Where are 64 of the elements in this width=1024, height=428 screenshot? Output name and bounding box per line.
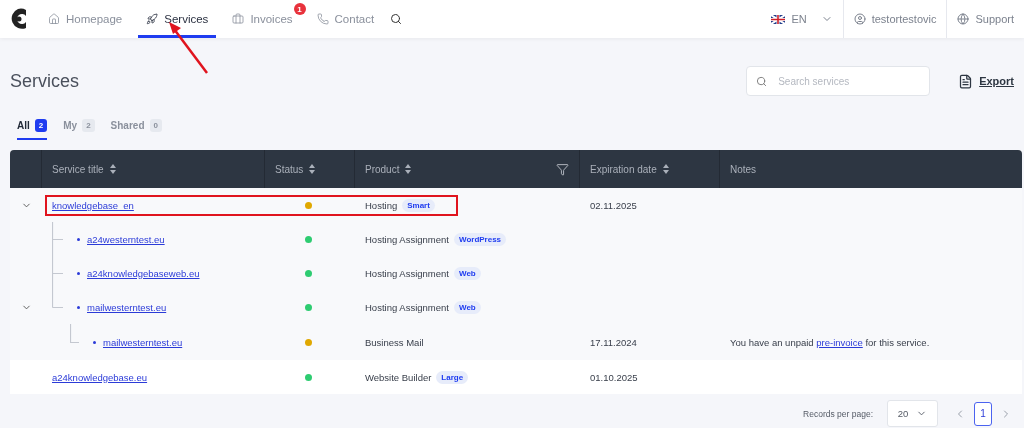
- sort-icon[interactable]: [405, 164, 412, 174]
- language-selector[interactable]: EN: [761, 0, 843, 38]
- search-icon[interactable]: [390, 13, 403, 25]
- count-badge: 2: [34, 118, 48, 132]
- plan-tag: Large: [436, 370, 469, 384]
- count-badge: 2: [82, 118, 95, 132]
- service-link[interactable]: a24knowledgebase.eu: [52, 371, 148, 383]
- tree-connector: [70, 324, 79, 343]
- service-link[interactable]: knowledgebase_en: [52, 199, 134, 211]
- bullet-icon: [77, 237, 80, 241]
- expiration-date: 01.10.2025: [590, 371, 638, 383]
- records-label: Records per page:: [803, 408, 873, 419]
- support-link[interactable]: Support: [946, 0, 1024, 38]
- service-link[interactable]: a24westerntest.eu: [87, 233, 165, 245]
- plan-tag: WordPress: [453, 232, 507, 246]
- plan-tag: Web: [453, 300, 481, 314]
- logo-icon[interactable]: [10, 8, 26, 30]
- notification-badge: 1: [293, 3, 306, 15]
- page-title: Services: [10, 70, 81, 92]
- service-link[interactable]: mailwesterntest.eu: [87, 301, 167, 313]
- sort-icon[interactable]: [309, 164, 316, 174]
- column-header: Product: [365, 163, 400, 175]
- page-button[interactable]: 1: [974, 401, 992, 426]
- product-name: Business Mail: [365, 336, 424, 348]
- product-name: Hosting Assignment: [365, 233, 449, 245]
- tree-connector: [52, 222, 63, 256]
- count-badge: 0: [149, 118, 162, 132]
- phone-icon: [316, 13, 329, 25]
- product-name: Hosting Assignment: [365, 301, 449, 313]
- flag-icon: [771, 14, 786, 24]
- rocket-icon: [146, 13, 159, 25]
- user-menu[interactable]: testortestovic: [842, 0, 947, 38]
- nav-tab[interactable]: Invoices 1: [224, 0, 307, 38]
- column-header: Expiration date: [590, 163, 657, 175]
- bullet-icon: [93, 340, 96, 344]
- column-header: Service title: [52, 163, 104, 175]
- invoice-link[interactable]: pre-invoice: [816, 336, 863, 348]
- home-icon: [48, 13, 60, 25]
- per-page-dropdown[interactable]: 20: [887, 400, 938, 427]
- user-icon: [853, 13, 866, 25]
- document-icon: [958, 73, 974, 89]
- sort-icon[interactable]: [662, 164, 669, 174]
- globe-icon: [957, 13, 970, 25]
- briefcase-icon: [232, 13, 245, 25]
- service-link[interactable]: a24knowledgebaseweb.eu: [87, 267, 200, 279]
- product-name: Hosting Assignment: [365, 267, 449, 279]
- service-link[interactable]: mailwesterntest.eu: [103, 336, 183, 348]
- bullet-icon: [77, 271, 80, 275]
- note-text: You have an unpaid pre-invoice for this service.: [730, 336, 930, 348]
- sort-icon[interactable]: [109, 164, 116, 174]
- search-icon: [756, 76, 768, 87]
- filter-tab[interactable]: All 2: [17, 118, 48, 140]
- column-header: Status: [275, 163, 304, 175]
- column-header: Notes: [730, 163, 757, 175]
- search-field[interactable]: Search services: [746, 66, 931, 96]
- product-name: Website Builder: [365, 371, 432, 383]
- export-button[interactable]: Export: [958, 73, 1014, 89]
- plan-tag: Web: [453, 266, 481, 280]
- plan-tag: Smart: [402, 198, 435, 212]
- expiration-date: 02.11.2025: [590, 199, 637, 211]
- expiration-date: 17.11.2024: [590, 336, 637, 348]
- product-name: Hosting: [365, 199, 398, 211]
- filter-icon[interactable]: [556, 162, 569, 176]
- bullet-icon: [77, 305, 80, 309]
